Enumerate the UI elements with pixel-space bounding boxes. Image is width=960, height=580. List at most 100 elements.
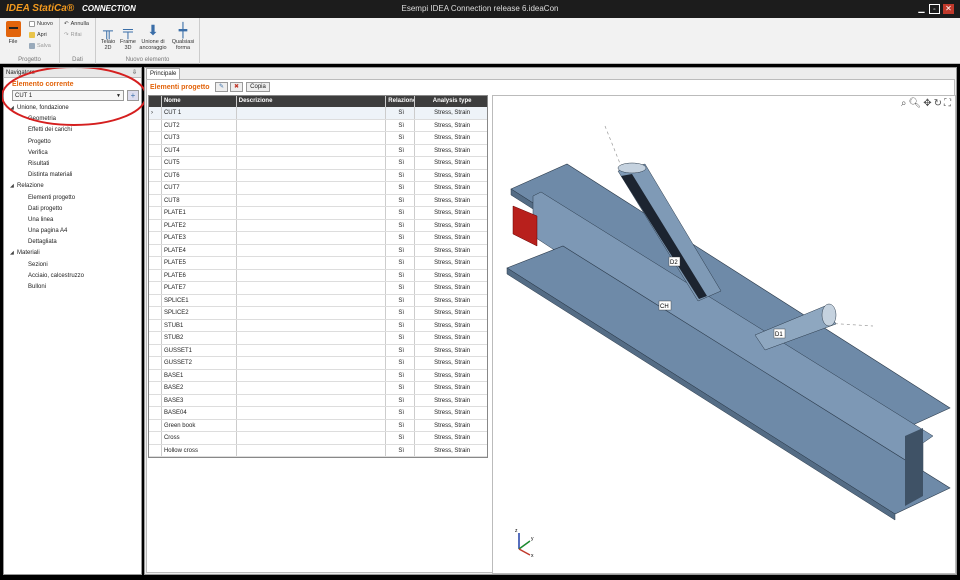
cell-nome[interactable]: Hollow cross	[162, 444, 237, 456]
table-row[interactable]: PLATE5 Sì Stress, Strain	[149, 257, 487, 270]
cell-descrizione[interactable]	[237, 357, 387, 369]
tree-item[interactable]: Una pagina A4	[4, 226, 141, 237]
cell-descrizione[interactable]	[237, 269, 387, 281]
cell-relazione[interactable]: Sì	[386, 194, 416, 206]
cell-nome[interactable]: PLATE3	[162, 232, 237, 244]
cell-nome[interactable]: STUB1	[162, 319, 237, 331]
cell-analysis-type[interactable]: Stress, Strain	[415, 382, 487, 394]
cell-analysis-type[interactable]: Stress, Strain	[415, 170, 487, 182]
tree-item[interactable]: Acciaio, calcestruzzo	[4, 271, 141, 282]
column-nome[interactable]: Nome	[162, 96, 237, 107]
cell-analysis-type[interactable]: Stress, Strain	[415, 307, 487, 319]
tree-item[interactable]: Progetto	[4, 137, 141, 148]
cell-descrizione[interactable]	[237, 169, 387, 181]
cell-analysis-type[interactable]: Stress, Strain	[415, 195, 487, 207]
file-button[interactable]: File	[4, 21, 22, 45]
cell-descrizione[interactable]	[237, 382, 387, 394]
cell-descrizione[interactable]	[237, 144, 387, 156]
row-selector[interactable]	[149, 169, 162, 181]
row-selector[interactable]	[149, 307, 162, 319]
cell-descrizione[interactable]	[237, 282, 387, 294]
3d-viewport[interactable]: ⌕ 🔍︎ ✥ ↻ ⛶ D2 CH D1 z y x	[492, 95, 956, 574]
cell-analysis-type[interactable]: Stress, Strain	[415, 332, 487, 344]
expand-icon[interactable]: ◢	[10, 181, 17, 192]
table-row[interactable]: GUSSET1 Sì Stress, Strain	[149, 344, 487, 357]
cell-descrizione[interactable]	[237, 207, 387, 219]
tree-item[interactable]: Dettagliata	[4, 237, 141, 248]
column-relazione[interactable]: Relazione	[386, 96, 416, 107]
row-selector[interactable]	[149, 332, 162, 344]
table-row[interactable]: PLATE4 Sì Stress, Strain	[149, 244, 487, 257]
tree-section[interactable]: ◢ Materiali	[4, 248, 141, 259]
cell-descrizione[interactable]	[237, 444, 387, 456]
cell-relazione[interactable]: Sì	[386, 444, 416, 456]
cell-relazione[interactable]: Sì	[386, 282, 416, 294]
cell-descrizione[interactable]	[237, 219, 387, 231]
row-selector[interactable]	[149, 357, 162, 369]
tree-section[interactable]: ◢ Relazione	[4, 181, 141, 192]
tree-item[interactable]: Bulloni	[4, 282, 141, 293]
cell-descrizione[interactable]	[237, 432, 387, 444]
cell-nome[interactable]: GUSSET1	[162, 344, 237, 356]
cell-nome[interactable]: PLATE1	[162, 207, 237, 219]
row-selector[interactable]	[149, 419, 162, 431]
cell-relazione[interactable]: Sì	[386, 157, 416, 169]
row-selector[interactable]	[149, 394, 162, 406]
table-row[interactable]: PLATE3 Sì Stress, Strain	[149, 232, 487, 245]
cell-nome[interactable]: CUT 1	[162, 107, 237, 119]
cell-descrizione[interactable]	[237, 419, 387, 431]
cell-analysis-type[interactable]: Stress, Strain	[415, 107, 487, 119]
expand-icon[interactable]: ◢	[10, 248, 17, 259]
cell-relazione[interactable]: Sì	[386, 357, 416, 369]
table-row[interactable]: Green book Sì Stress, Strain	[149, 419, 487, 432]
cell-analysis-type[interactable]: Stress, Strain	[415, 432, 487, 444]
cell-relazione[interactable]: Sì	[386, 257, 416, 269]
row-selector[interactable]	[149, 219, 162, 231]
table-row[interactable]: CUT4 Sì Stress, Strain	[149, 144, 487, 157]
salva-button[interactable]: Salva	[29, 43, 51, 49]
table-row[interactable]: PLATE1 Sì Stress, Strain	[149, 207, 487, 220]
cell-nome[interactable]: PLATE4	[162, 244, 237, 256]
row-selector[interactable]: ›	[149, 107, 162, 119]
row-selector[interactable]	[149, 182, 162, 194]
cell-relazione[interactable]: Sì	[386, 219, 416, 231]
cell-nome[interactable]: SPLICE2	[162, 307, 237, 319]
table-row[interactable]: STUB1 Sì Stress, Strain	[149, 319, 487, 332]
tab-principale[interactable]: Principale	[146, 68, 181, 79]
cell-nome[interactable]: CUT5	[162, 157, 237, 169]
cell-relazione[interactable]: Sì	[386, 432, 416, 444]
table-row[interactable]: CUT2 Sì Stress, Strain	[149, 119, 487, 132]
qualsiasi-forma-button[interactable]: ┿ Qualsiasi forma	[171, 21, 195, 51]
cell-nome[interactable]: BASE2	[162, 382, 237, 394]
cell-analysis-type[interactable]: Stress, Strain	[415, 282, 487, 294]
table-row[interactable]: Hollow cross Sì Stress, Strain	[149, 444, 487, 457]
table-row[interactable]: BASE2 Sì Stress, Strain	[149, 382, 487, 395]
row-selector[interactable]	[149, 232, 162, 244]
cell-analysis-type[interactable]: Stress, Strain	[415, 182, 487, 194]
cell-relazione[interactable]: Sì	[386, 294, 416, 306]
cell-analysis-type[interactable]: Stress, Strain	[415, 420, 487, 432]
row-selector[interactable]	[149, 257, 162, 269]
table-row[interactable]: CUT3 Sì Stress, Strain	[149, 132, 487, 145]
cell-descrizione[interactable]	[237, 232, 387, 244]
cell-analysis-type[interactable]: Stress, Strain	[415, 232, 487, 244]
cell-relazione[interactable]: Sì	[386, 419, 416, 431]
cell-nome[interactable]: CUT6	[162, 169, 237, 181]
cell-relazione[interactable]: Sì	[386, 182, 416, 194]
cell-analysis-type[interactable]: Stress, Strain	[415, 445, 487, 457]
cell-relazione[interactable]: Sì	[386, 244, 416, 256]
cell-nome[interactable]: GUSSET2	[162, 357, 237, 369]
cell-relazione[interactable]: Sì	[386, 369, 416, 381]
cell-nome[interactable]: CUT4	[162, 144, 237, 156]
table-row[interactable]: CUT7 Sì Stress, Strain	[149, 182, 487, 195]
cell-descrizione[interactable]	[237, 157, 387, 169]
row-selector[interactable]	[149, 369, 162, 381]
column-analysis-type[interactable]: Analysis type	[415, 96, 487, 107]
row-selector[interactable]	[149, 344, 162, 356]
cell-nome[interactable]: PLATE7	[162, 282, 237, 294]
tree-item[interactable]: Dati progetto	[4, 204, 141, 215]
cell-analysis-type[interactable]: Stress, Strain	[415, 245, 487, 257]
tree-item[interactable]: Distinta materiali	[4, 170, 141, 181]
row-selector[interactable]	[149, 444, 162, 456]
delete-item-button[interactable]: ✖	[230, 82, 243, 92]
